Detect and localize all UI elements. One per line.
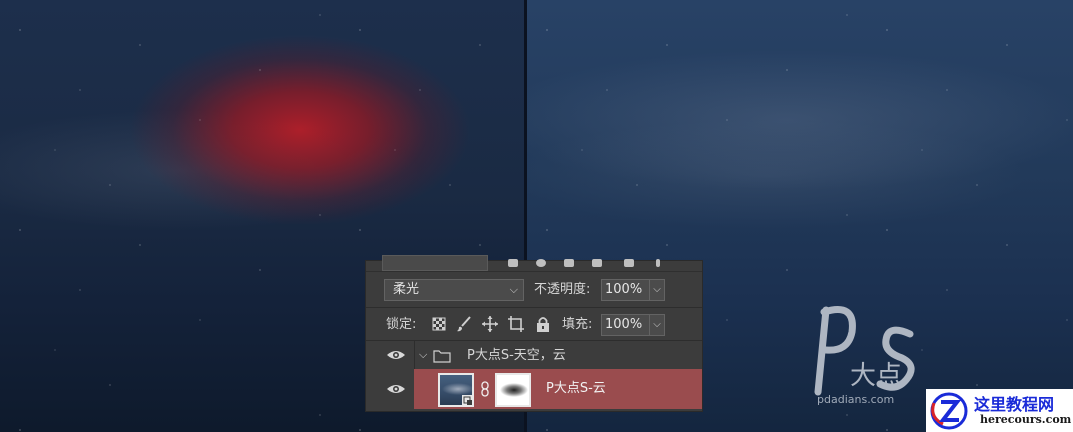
move-icon[interactable] (481, 315, 499, 333)
smart-object-icon (462, 395, 474, 407)
site-badge: 这里教程网 herecours.com (926, 389, 1073, 432)
artboard-icon[interactable] (507, 315, 525, 333)
filter-type-icon[interactable] (564, 259, 574, 267)
layers-panel: 柔光 ⌵ 不透明度: 100% ⌵ 锁定: 填充: 100% ⌵ ⌵ P大点S-… (365, 255, 703, 412)
chevron-down-icon[interactable]: ⌵ (419, 344, 427, 366)
link-icon[interactable] (480, 381, 490, 397)
badge-url: herecours.com (980, 413, 1072, 426)
filter-row (366, 255, 702, 272)
layer-name: P大点S-云 (546, 381, 606, 396)
layer-group-row[interactable]: ⌵ P大点S-天空，云 (366, 341, 702, 371)
divider (414, 341, 415, 371)
lock-row: 锁定: 填充: 100% ⌵ (366, 312, 702, 338)
eye-icon[interactable] (386, 382, 406, 396)
filter-smart-icon[interactable] (624, 259, 634, 267)
opacity-slider-button[interactable]: ⌵ (649, 279, 665, 301)
layer-row-selected[interactable]: P大点S-云 (366, 369, 702, 409)
lock-label: 锁定: (386, 317, 417, 332)
lock-transparency-icon[interactable] (430, 315, 448, 333)
eye-icon[interactable] (386, 348, 406, 362)
watermark-site: pdadians.com (817, 393, 895, 406)
badge-title: 这里教程网 (974, 395, 1055, 414)
blend-mode-select[interactable]: 柔光 ⌵ (384, 279, 524, 301)
brush-icon[interactable] (455, 315, 473, 333)
folder-icon (433, 350, 451, 363)
fill-slider-button[interactable]: ⌵ (649, 314, 665, 336)
chevron-down-icon: ⌵ (509, 283, 518, 296)
fill-label: 填充: (562, 317, 593, 332)
lock-icon[interactable] (534, 315, 552, 333)
fill-field[interactable]: 100% (601, 314, 653, 336)
visibility-cell (366, 369, 414, 409)
badge-logo-icon (930, 392, 968, 430)
blend-mode-value: 柔光 (393, 282, 420, 297)
filter-adjust-icon[interactable] (536, 259, 546, 267)
group-name: P大点S-天空，云 (467, 348, 566, 363)
filter-pixel-icon[interactable] (508, 259, 518, 267)
blend-row: 柔光 ⌵ 不透明度: 100% ⌵ (366, 275, 702, 305)
opacity-field[interactable]: 100% (601, 279, 653, 301)
filter-shape-icon[interactable] (592, 259, 602, 267)
ps-logo-text: 大点 (850, 361, 902, 391)
filter-toggle[interactable] (656, 259, 660, 267)
layer-thumbnail[interactable] (438, 373, 474, 407)
kind-filter[interactable] (382, 255, 488, 271)
opacity-label: 不透明度: (534, 282, 591, 297)
divider (366, 307, 702, 308)
layer-mask-thumbnail[interactable] (495, 373, 531, 407)
